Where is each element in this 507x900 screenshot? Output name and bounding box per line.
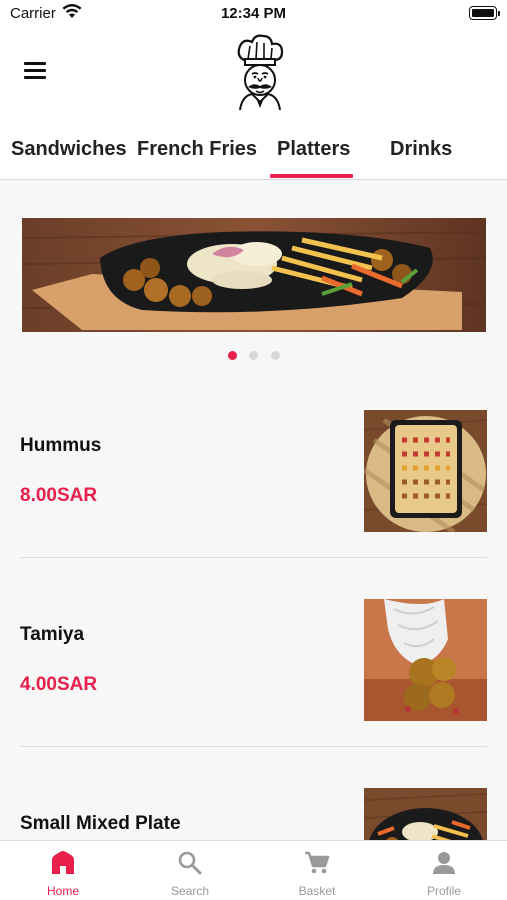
home-icon (50, 850, 76, 876)
status-time: 12:34 PM (220, 5, 287, 22)
profile-icon (431, 850, 457, 876)
bottom-navigation: Home Search Basket Profile (0, 840, 507, 900)
nav-profile-label: Profile (426, 884, 461, 898)
cart-icon (304, 850, 330, 876)
nav-home-label: Home (46, 884, 79, 898)
item-divider (20, 557, 487, 558)
nav-search-label: Search (170, 884, 210, 898)
nav-basket[interactable]: Basket (254, 841, 380, 900)
battery-icon (469, 6, 500, 20)
tab-platters[interactable]: Platters (277, 138, 350, 161)
item-name: Hummus (20, 435, 102, 456)
carousel-dot-2[interactable] (249, 351, 258, 360)
search-icon (177, 850, 203, 876)
active-tab-indicator (270, 174, 353, 178)
item-image-tamiya[interactable] (364, 599, 487, 721)
tab-drinks[interactable]: Drinks (390, 138, 452, 161)
item-price: 8.00SAR (20, 485, 98, 506)
item-name: Tamiya (20, 624, 85, 645)
nav-search[interactable]: Search (127, 841, 253, 900)
status-bar: Carrier 12:34 PM (0, 0, 507, 28)
carousel-dot-3[interactable] (271, 351, 280, 360)
banner-image[interactable] (22, 218, 486, 332)
nav-basket-label: Basket (298, 884, 336, 898)
category-tabs: Sandwiches French Fries Platters Drinks (0, 128, 507, 180)
carousel-indicator (228, 351, 284, 361)
item-price: 4.00SAR (20, 674, 98, 695)
nav-home[interactable]: Home (0, 841, 126, 900)
menu-item-hummus[interactable]: Hummus 8.00SAR (0, 400, 507, 560)
hamburger-menu-icon[interactable] (24, 62, 46, 79)
app-header (0, 28, 507, 128)
chef-logo (228, 32, 290, 112)
menu-item-tamiya[interactable]: Tamiya 4.00SAR (0, 589, 507, 749)
item-divider (20, 746, 487, 747)
nav-profile[interactable]: Profile (381, 841, 507, 900)
tab-french-fries[interactable]: French Fries (137, 138, 257, 161)
carousel-dot-1[interactable] (228, 351, 237, 360)
item-name: Small Mixed Plate (20, 813, 181, 834)
tab-sandwiches[interactable]: Sandwiches (11, 138, 127, 161)
item-image-hummus[interactable] (364, 410, 487, 532)
